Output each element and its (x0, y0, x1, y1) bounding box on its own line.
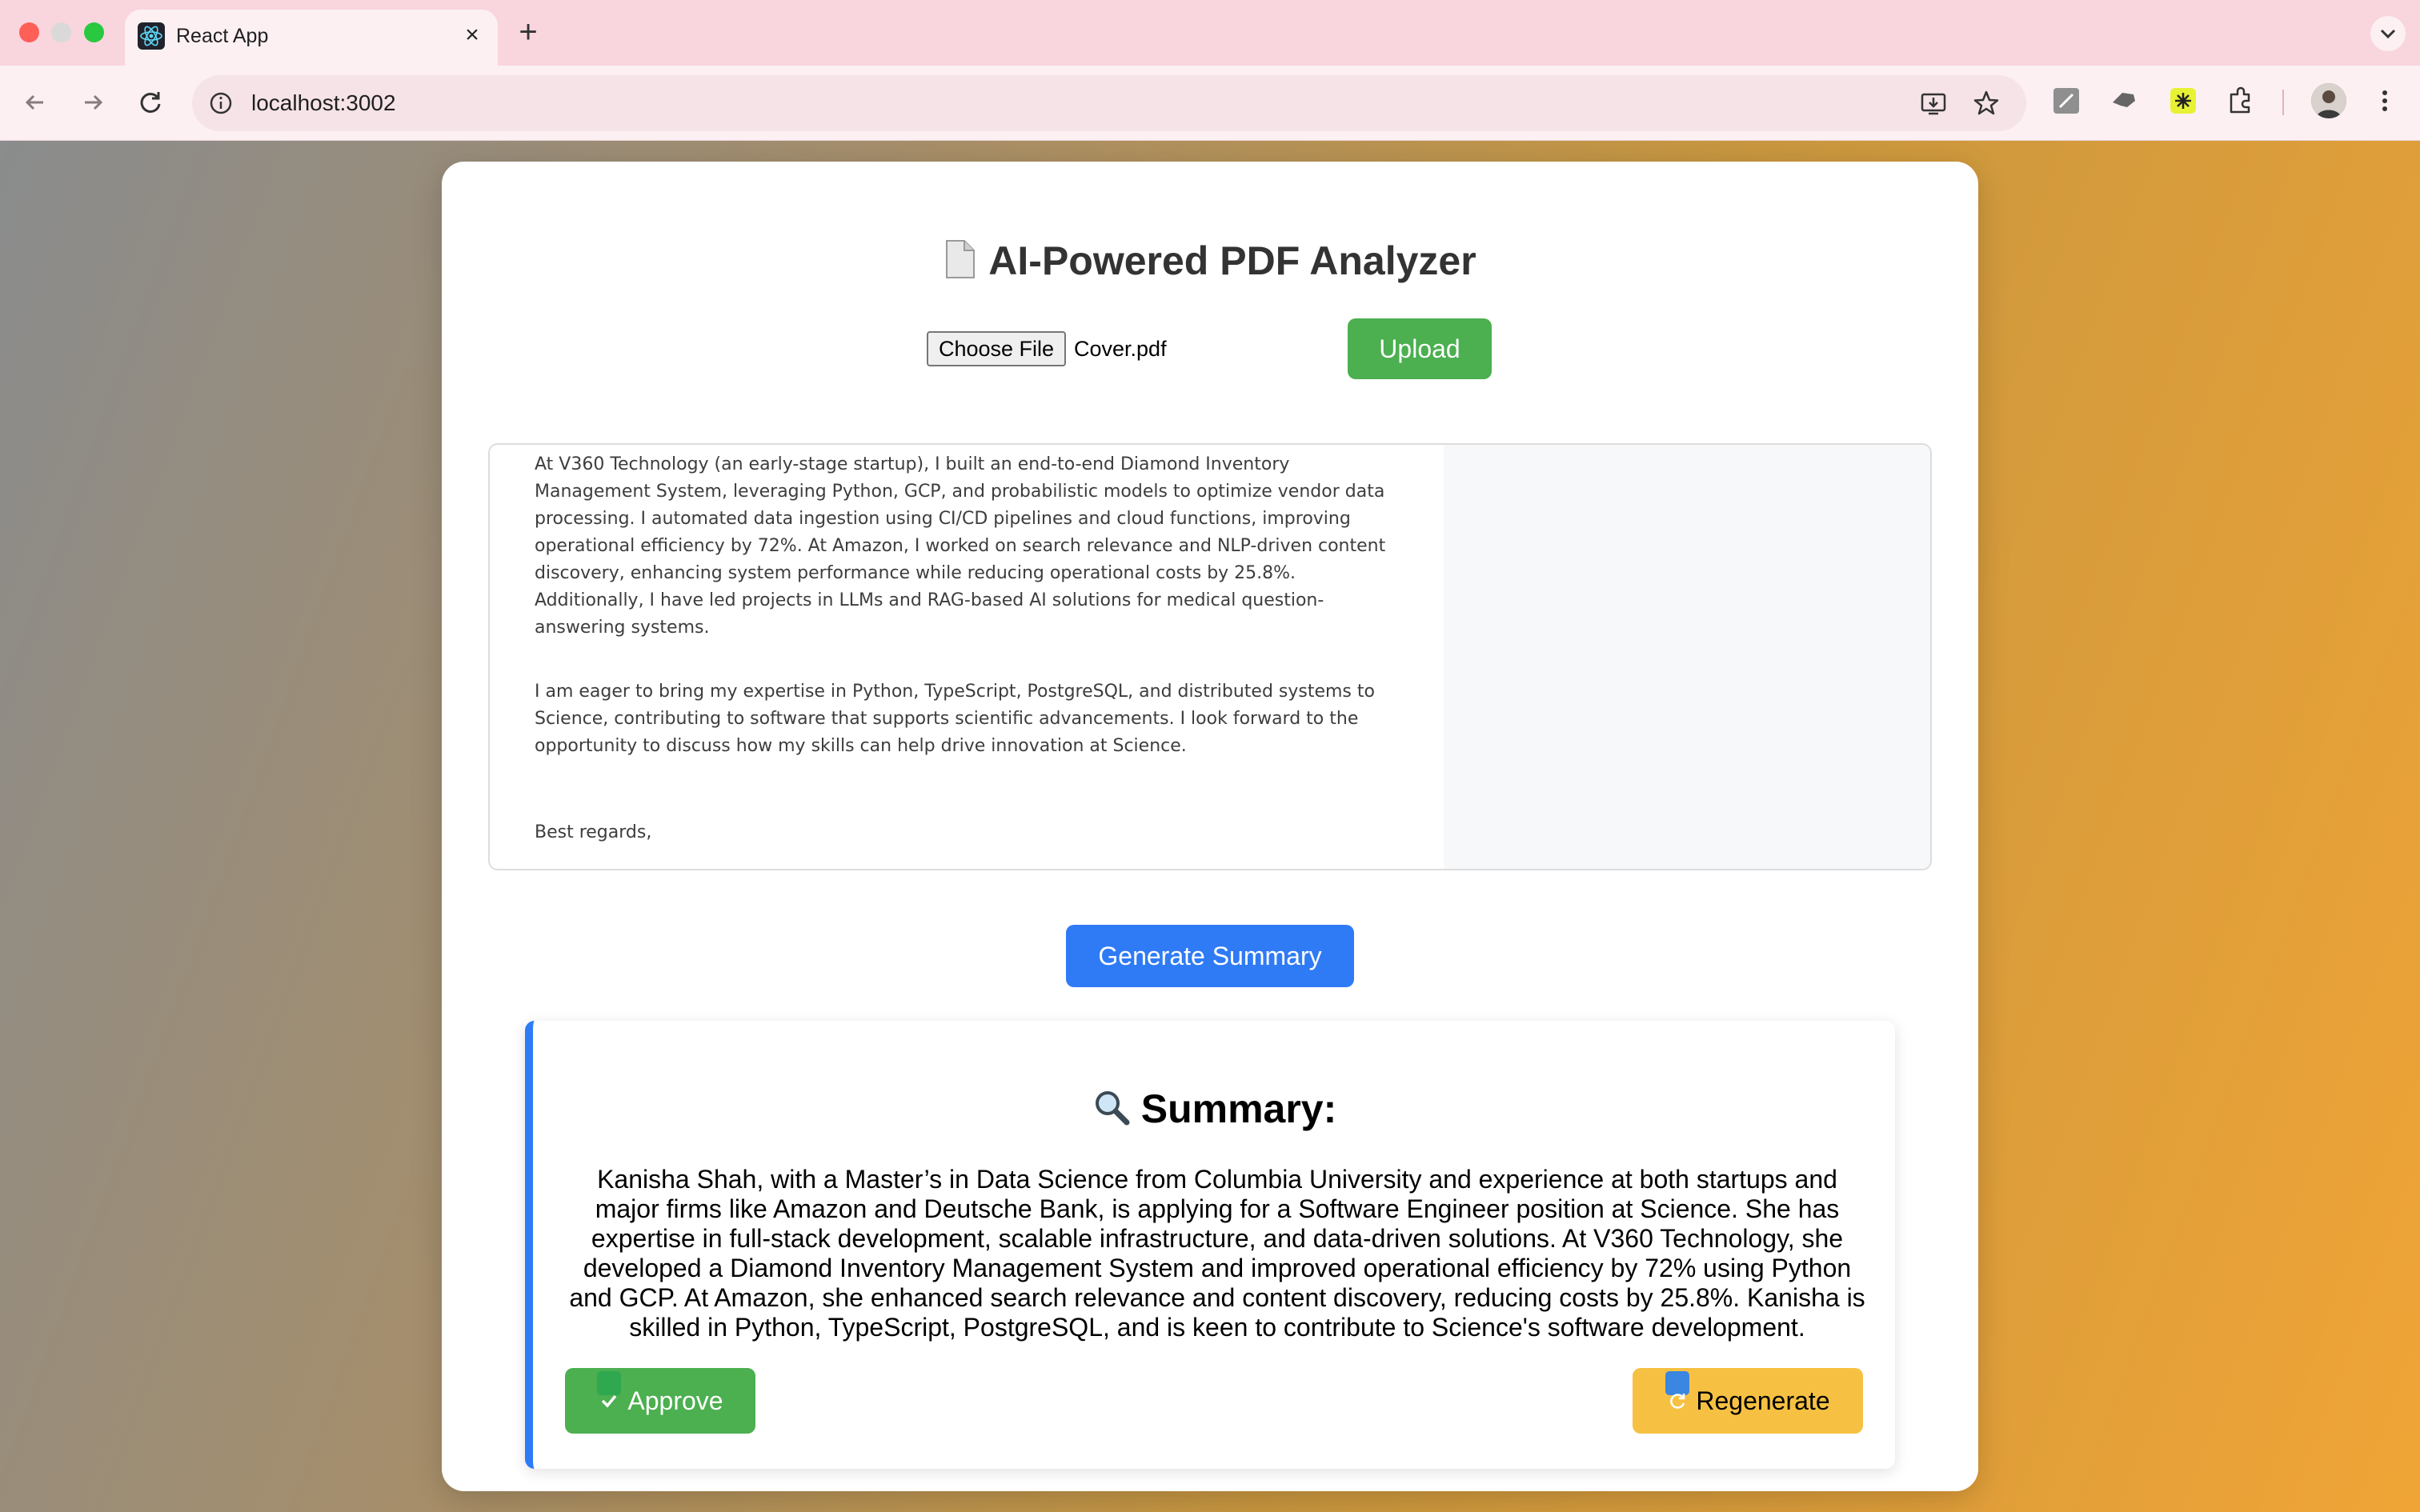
summary-card: Summary: Kanisha Shah, with a Master’s i… (525, 1021, 1895, 1469)
back-icon[interactable] (16, 83, 54, 122)
pdf-paragraph: I am eager to bring my expertise in Pyth… (535, 682, 1375, 756)
approve-button[interactable]: Approve (565, 1368, 755, 1434)
react-favicon (138, 22, 165, 50)
page-title-text: AI-Powered PDF Analyzer (988, 238, 1476, 283)
pdf-paragraph: Best regards, (535, 822, 652, 842)
reload-icon[interactable] (131, 83, 170, 122)
chevron-down-icon[interactable] (2370, 16, 2406, 51)
pdf-paragraph: At V360 Technology (an early-stage start… (535, 454, 1386, 638)
pdf-page: At V360 Technology (an early-stage start… (490, 445, 1444, 869)
pdf-viewer[interactable]: At V360 Technology (an early-stage start… (488, 443, 1932, 870)
close-icon[interactable]: × (458, 21, 487, 50)
regenerate-button[interactable]: Regenerate (1633, 1368, 1863, 1434)
star-icon[interactable] (1972, 89, 2001, 118)
extension-icon[interactable] (2166, 83, 2201, 118)
choose-file-button[interactable]: Choose File (927, 331, 1066, 366)
toolbar-separator (2282, 90, 2284, 115)
browser-tab[interactable]: React App × (125, 10, 498, 66)
summary-text: Kanisha Shah, with a Master’s in Data Sc… (569, 1165, 1865, 1342)
selected-file-name: Cover.pdf (1074, 337, 1167, 361)
browser-tab-bar: React App × + (0, 0, 2420, 66)
magnifier-emoji-icon (1092, 1087, 1132, 1127)
extension-icon[interactable] (2106, 83, 2142, 118)
tab-title: React App (176, 25, 269, 47)
page-viewport: AI-Powered PDF Analyzer Choose File Cove… (0, 141, 2420, 1512)
install-icon[interactable] (1919, 89, 1948, 118)
page-title: AI-Powered PDF Analyzer (442, 235, 1978, 286)
app-card: AI-Powered PDF Analyzer Choose File Cove… (442, 162, 1978, 1491)
minimize-window-button[interactable] (51, 22, 71, 42)
document-emoji-icon (944, 239, 976, 279)
approve-label: Approve (627, 1386, 723, 1415)
regenerate-label: Regenerate (1696, 1386, 1830, 1415)
site-info-icon[interactable] (206, 89, 235, 118)
forward-icon[interactable] (74, 83, 112, 122)
close-window-button[interactable] (19, 22, 39, 42)
refresh-emoji-icon (1665, 1371, 1690, 1409)
avatar[interactable] (2311, 83, 2346, 118)
maximize-window-button[interactable] (84, 22, 104, 42)
extension-icon[interactable] (2049, 83, 2084, 118)
url-text: localhost:3002 (251, 90, 396, 115)
summary-heading: Summary: (533, 1083, 1895, 1134)
kebab-menu-icon[interactable] (2367, 83, 2402, 118)
generate-summary-button[interactable]: Generate Summary (1066, 925, 1354, 987)
address-bar[interactable]: localhost:3002 (192, 75, 2026, 131)
summary-heading-text: Summary: (1140, 1086, 1337, 1131)
upload-button[interactable]: Upload (1348, 318, 1492, 379)
plus-icon[interactable]: + (512, 14, 544, 50)
browser-toolbar: localhost:3002 (0, 66, 2420, 141)
puzzle-icon[interactable] (2223, 83, 2258, 118)
check-emoji-icon (597, 1371, 622, 1408)
